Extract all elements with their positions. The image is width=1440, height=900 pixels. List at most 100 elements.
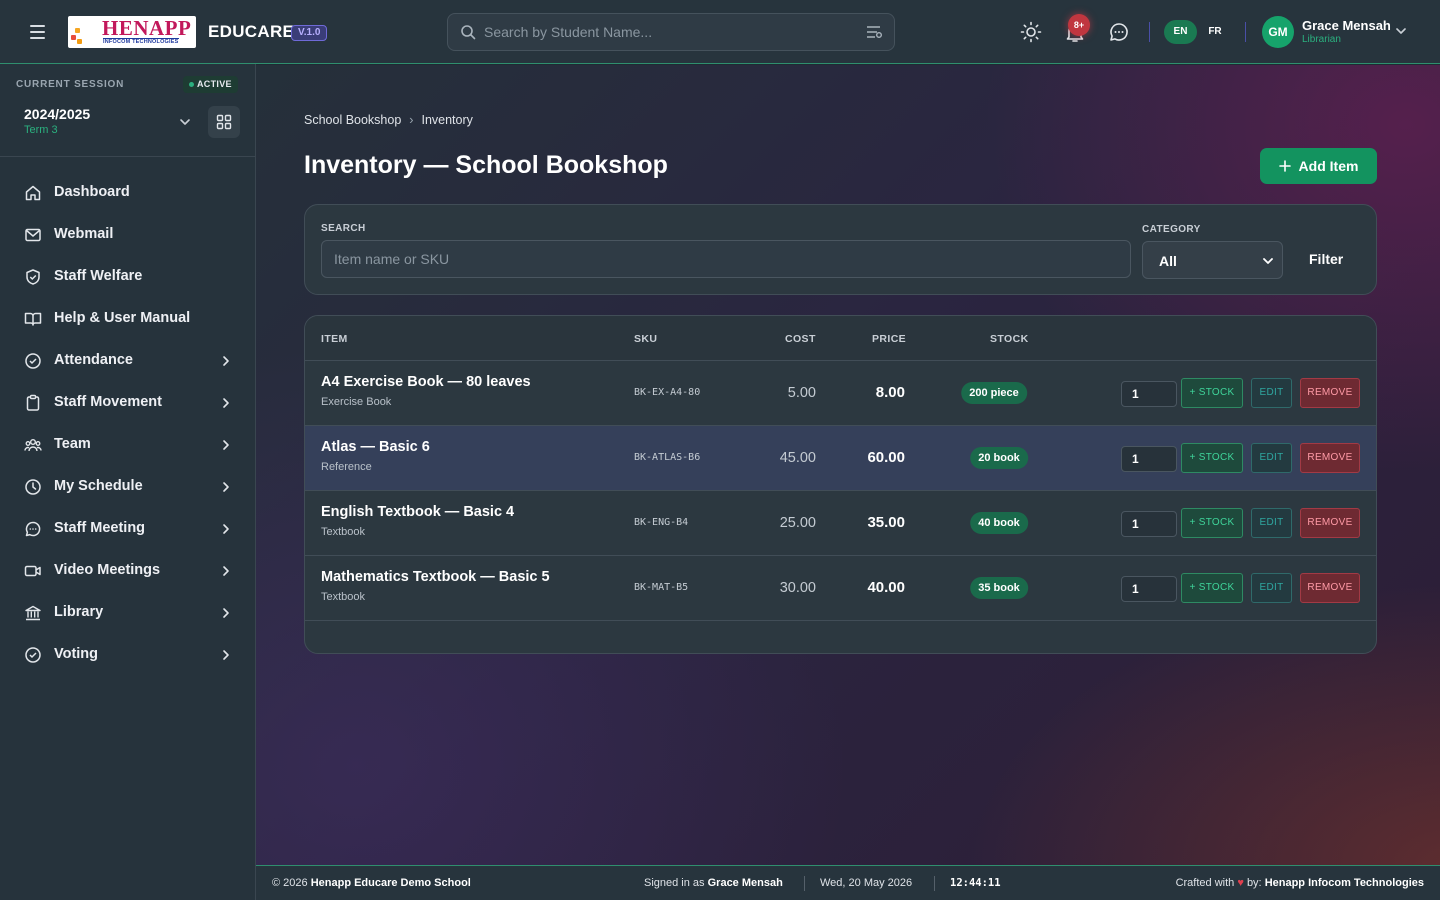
stock-badge: 20 book — [970, 447, 1028, 469]
edit-button[interactable]: EDIT — [1251, 508, 1292, 538]
plus-icon — [1278, 160, 1291, 172]
version-badge: V.1.0 — [291, 25, 328, 41]
global-search-input[interactable] — [484, 14, 854, 50]
add-stock-button[interactable]: + STOCK — [1181, 573, 1243, 603]
item-name: Mathematics Textbook — Basic 5 — [321, 569, 550, 585]
edit-button[interactable]: EDIT — [1251, 573, 1292, 603]
sidebar: CURRENT SESSION ACTIVE 2024/2025 Term 3 … — [0, 64, 256, 900]
divider — [934, 876, 935, 891]
theme-toggle-icon[interactable] — [1019, 20, 1043, 44]
home-icon — [25, 185, 41, 201]
add-stock-button[interactable]: + STOCK — [1181, 378, 1243, 408]
footer-date: Wed, 20 May 2026 — [820, 877, 913, 889]
quantity-input[interactable] — [1121, 576, 1177, 602]
lang-fr-button[interactable]: FR — [1200, 20, 1230, 44]
table-row: English Textbook — Basic 4 Textbook BK-E… — [305, 491, 1376, 556]
session-status-badge: ACTIVE — [183, 76, 238, 93]
filter-panel: SEARCH CATEGORY All Filter — [304, 204, 1377, 295]
item-sku: BK-MAT-B5 — [634, 582, 689, 593]
crafted-by: by: — [1246, 877, 1262, 889]
brand-logo[interactable]: HENAPP INFOCOM TECHNOLOGIES — [68, 16, 196, 48]
sidebar-item-voting[interactable]: Voting — [0, 634, 255, 676]
add-item-button[interactable]: Add Item — [1260, 148, 1377, 184]
sidebar-item-label: Staff Welfare — [54, 268, 143, 284]
sidebar-item-staff-meeting[interactable]: Staff Meeting — [0, 508, 255, 550]
item-sku: BK-EX-A4-80 — [634, 387, 701, 398]
sidebar-item-attendance[interactable]: Attendance — [0, 340, 255, 382]
top-bar: HENAPP INFOCOM TECHNOLOGIES EDUCARE V.1.… — [0, 0, 1440, 64]
add-stock-button[interactable]: + STOCK — [1181, 508, 1243, 538]
item-search-input[interactable] — [321, 240, 1131, 278]
table-row: Mathematics Textbook — Basic 5 Textbook … — [305, 556, 1376, 621]
lang-en-button[interactable]: EN — [1164, 20, 1197, 44]
sidebar-nav: Dashboard Webmail Staff Welfare Help & U… — [0, 172, 255, 676]
sidebar-item-staff-welfare[interactable]: Staff Welfare — [0, 256, 255, 298]
item-sku: BK-ENG-B4 — [634, 517, 689, 528]
sidebar-item-label: Voting — [54, 646, 99, 662]
chevron-right-icon — [223, 398, 229, 408]
item-price: 8.00 — [875, 384, 905, 401]
avatar[interactable]: GM — [1262, 16, 1294, 48]
sidebar-item-library[interactable]: Library — [0, 592, 255, 634]
sidebar-item-webmail[interactable]: Webmail — [0, 214, 255, 256]
category-select[interactable]: All — [1142, 241, 1283, 279]
sidebar-item-label: Help & User Manual — [54, 310, 191, 326]
chevron-down-icon — [1263, 258, 1273, 264]
sidebar-item-staff-movement[interactable]: Staff Movement — [0, 382, 255, 424]
chevron-right-icon — [223, 608, 229, 618]
edit-button[interactable]: EDIT — [1251, 443, 1292, 473]
session-panel: CURRENT SESSION ACTIVE 2024/2025 Term 3 — [0, 64, 255, 157]
divider — [1149, 22, 1150, 42]
remove-button[interactable]: REMOVE — [1300, 443, 1360, 473]
breadcrumb-link-bookshop[interactable]: School Bookshop — [304, 113, 401, 127]
remove-button[interactable]: REMOVE — [1300, 378, 1360, 408]
item-price: 60.00 — [867, 449, 905, 466]
shield-icon — [26, 269, 40, 285]
chevron-right-icon — [223, 482, 229, 492]
chevron-down-icon[interactable] — [1394, 24, 1408, 38]
quantity-input[interactable] — [1121, 381, 1177, 407]
sidebar-item-help[interactable]: Help & User Manual — [0, 298, 255, 340]
quantity-input[interactable] — [1121, 446, 1177, 472]
sidebar-item-label: Webmail — [54, 226, 114, 242]
item-category: Reference — [321, 461, 372, 473]
breadcrumb-separator-icon: › — [409, 113, 414, 127]
sidebar-item-my-schedule[interactable]: My Schedule — [0, 466, 255, 508]
sidebar-item-dashboard[interactable]: Dashboard — [0, 172, 255, 214]
edit-button[interactable]: EDIT — [1251, 378, 1292, 408]
sidebar-item-label: Dashboard — [54, 184, 130, 200]
apps-grid-button[interactable] — [208, 106, 240, 138]
item-cost: 45.00 — [779, 450, 816, 466]
breadcrumb: School Bookshop › Inventory — [304, 113, 473, 127]
clock-icon — [25, 479, 41, 495]
remove-button[interactable]: REMOVE — [1300, 573, 1360, 603]
chevron-down-icon[interactable] — [177, 114, 193, 130]
session-year[interactable]: 2024/2025 — [24, 106, 90, 122]
company-name[interactable]: Henapp Infocom Technologies — [1265, 877, 1424, 889]
item-name: Atlas — Basic 6 — [321, 439, 430, 455]
add-item-label: Add Item — [1298, 158, 1359, 174]
sidebar-item-team[interactable]: Team — [0, 424, 255, 466]
item-name: A4 Exercise Book — 80 leaves — [321, 374, 531, 390]
breadcrumb-current: Inventory — [421, 113, 473, 127]
sidebar-item-video-meetings[interactable]: Video Meetings — [0, 550, 255, 592]
footer-clock: 12:44:11 — [950, 877, 1001, 889]
item-cost: 5.00 — [787, 385, 816, 401]
chevron-right-icon — [223, 440, 229, 450]
user-name[interactable]: Grace Mensah — [1302, 18, 1391, 33]
filter-button[interactable]: Filter — [1309, 251, 1343, 267]
signed-in-user: Grace Mensah — [707, 877, 783, 889]
stock-badge: 35 book — [970, 577, 1028, 599]
search-field-label: SEARCH — [321, 223, 366, 234]
add-stock-button[interactable]: + STOCK — [1181, 443, 1243, 473]
search-filter-icon[interactable] — [866, 25, 882, 39]
divider — [804, 876, 805, 891]
remove-button[interactable]: REMOVE — [1300, 508, 1360, 538]
sidebar-item-label: Library — [54, 604, 104, 620]
chat-icon[interactable] — [1107, 20, 1131, 44]
app-name: EDUCARE — [208, 22, 295, 41]
quantity-input[interactable] — [1121, 511, 1177, 537]
menu-icon[interactable] — [28, 22, 52, 42]
chevron-right-icon — [223, 524, 229, 534]
item-sku: BK-ATLAS-B6 — [634, 452, 701, 463]
